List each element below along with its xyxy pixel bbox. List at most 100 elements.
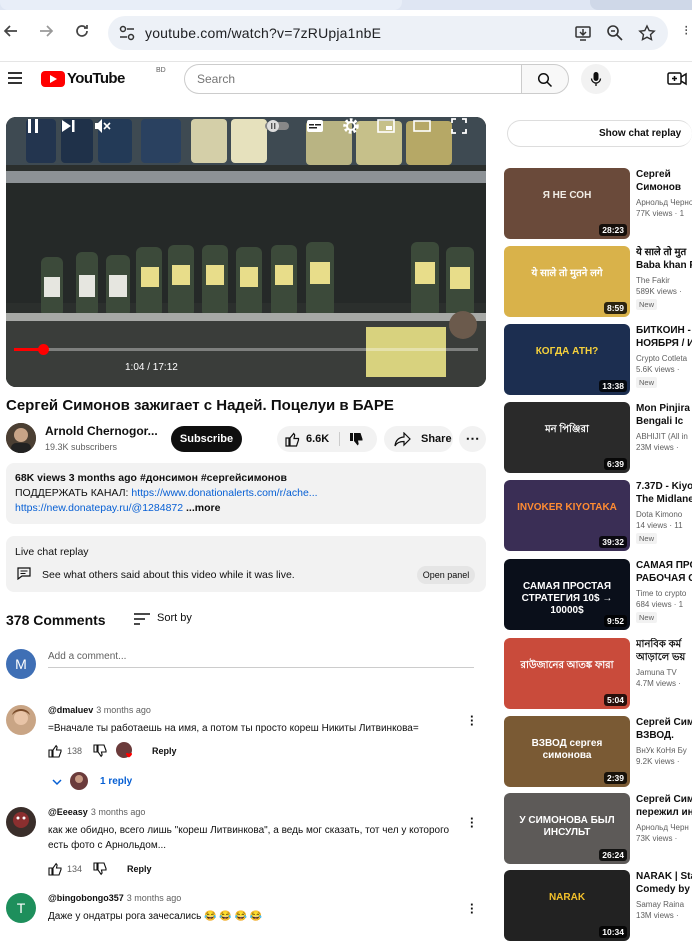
reply-button[interactable]: Reply [127, 864, 152, 874]
fullscreen-icon[interactable] [450, 117, 468, 135]
thumbs-up-icon[interactable] [285, 432, 300, 447]
comment-author[interactable]: @dmaluev [48, 705, 93, 715]
video-thumbnail[interactable]: NARAK 10:34 [504, 870, 630, 941]
video-thumbnail[interactable]: У СИМОНОВА БЫЛ ИНСУЛЬТ 26:24 [504, 793, 630, 864]
recommendation-channel[interactable]: Арнольд Черногор [636, 198, 692, 207]
subtitles-icon[interactable] [306, 117, 324, 135]
recommendation-item[interactable]: У СИМОНОВА БЫЛ ИНСУЛЬТ 26:24 Сергей Сим пе… [504, 793, 692, 865]
forward-button[interactable] [36, 22, 56, 44]
subscribe-button[interactable]: Subscribe [171, 426, 242, 452]
comment-menu-icon[interactable]: · · · [470, 710, 474, 731]
description-box[interactable]: 68K views 3 months ago #донсимон #сергейс… [6, 463, 486, 524]
recommendation-item[interactable]: КОГДА АТН? 13:38 БИТКОИН - НОЯБРЯ / И Crypt… [504, 324, 692, 396]
search-button[interactable] [521, 64, 569, 94]
comment-menu-icon[interactable]: · · · [470, 898, 474, 919]
recommendation-title[interactable]: Сергей Симонов устроил жа [636, 168, 692, 194]
other-tab[interactable] [590, 0, 692, 10]
comment-menu-icon[interactable]: · · · [470, 812, 474, 833]
video-player[interactable]: 1:04 / 17:12 [6, 117, 486, 387]
recommendation-channel[interactable]: Арнольд Черн [636, 823, 689, 832]
share-button[interactable]: Share [384, 426, 453, 452]
user-avatar[interactable]: M [6, 649, 36, 679]
autoplay-toggle-icon[interactable] [264, 117, 290, 135]
hashtags[interactable]: #донсимон #сергейсимонов [140, 472, 287, 484]
progress-bar[interactable] [14, 344, 478, 355]
active-tab[interactable] [0, 0, 402, 10]
channel-avatar[interactable] [6, 423, 36, 453]
video-thumbnail[interactable]: ВЗВОД сергея симонова 2:39 [504, 716, 630, 787]
recommendation-title[interactable]: NARAK | Sta Comedy by S [636, 870, 692, 896]
muted-volume-icon[interactable] [93, 117, 111, 135]
menu-icon[interactable] [8, 72, 22, 84]
thumbs-up-icon[interactable] [48, 862, 62, 876]
show-more-link[interactable]: ...more [186, 502, 220, 514]
recommendation-title[interactable]: Сергей Сим ВЗВОД. [636, 716, 692, 742]
comment-age[interactable]: 3 months ago [91, 807, 146, 817]
video-thumbnail[interactable]: INVOKER KIYOTAKA 39:32 [504, 480, 630, 551]
donationalerts-link[interactable]: https://www.donationalerts.com/r/ache... [131, 487, 317, 499]
like-count[interactable]: 6.6K [306, 433, 329, 445]
address-bar[interactable]: youtube.com/watch?v=7zRUpja1nbE [108, 16, 668, 50]
miniplayer-icon[interactable] [377, 117, 395, 135]
recommendation-channel[interactable]: Samay Raina [636, 900, 684, 909]
create-video-icon[interactable] [667, 70, 687, 88]
recommendation-title[interactable]: Сергей Сим пережил ин [636, 793, 692, 819]
show-chat-replay-button[interactable]: Show chat replay [507, 120, 692, 147]
theater-mode-icon[interactable] [413, 117, 431, 135]
voice-search-button[interactable] [581, 64, 611, 94]
recommendation-title[interactable]: САМАЯ ПРО РАБОЧАЯ С [636, 559, 692, 585]
settings-gear-icon[interactable] [342, 117, 360, 135]
recommendation-item[interactable]: САМАЯ ПРОСТАЯ СТРАТЕГИЯ 10$ → 10000$ 9:52… [504, 559, 692, 631]
thumbs-down-icon[interactable] [349, 432, 364, 447]
install-icon[interactable] [574, 24, 592, 42]
recommendation-channel[interactable]: Crypto Cotleta [636, 354, 687, 363]
commenter-avatar[interactable]: T [6, 893, 36, 923]
scrubber-handle[interactable] [37, 344, 49, 355]
search-input[interactable]: Search [184, 64, 522, 94]
thumbs-up-icon[interactable] [48, 744, 62, 758]
video-thumbnail[interactable]: КОГДА АТН? 13:38 [504, 324, 630, 395]
thumbs-down-icon[interactable] [93, 744, 107, 758]
thumbs-down-icon[interactable] [93, 862, 107, 876]
recommendation-title[interactable]: Mon Pinjira | Bengali Ic [636, 402, 692, 428]
recommendation-title[interactable]: БИТКОИН - НОЯБРЯ / И [636, 324, 692, 350]
zoom-icon[interactable] [606, 24, 624, 42]
channel-name[interactable]: Arnold Chernogor... [45, 424, 158, 438]
extensions-icon[interactable]: ⁝ [684, 22, 688, 39]
recommendation-channel[interactable]: The Fakir [636, 276, 670, 285]
more-actions-button[interactable]: ⋯ [459, 426, 486, 452]
recommendation-title[interactable]: ये साले तो मुत Baba khan R [636, 246, 692, 272]
recommendation-item[interactable]: ये साले तो मुतने लगे 8:59 ये साले तो मुत B… [504, 246, 692, 318]
sort-by-button[interactable]: Sort by [134, 611, 214, 627]
recommendation-item[interactable]: INVOKER KIYOTAKA 39:32 7.37D - Kiyo The Mi… [504, 480, 692, 552]
donatepay-link[interactable]: https://new.donatepay.ru/@1284872 [15, 502, 183, 514]
recommendation-channel[interactable]: ВнУк КоНя Бу [636, 746, 687, 755]
recommendation-item[interactable]: রাউজানের আতঙ্ক ফারা 5:04 মানবিক কর্ম আড়াল… [504, 638, 692, 710]
url-text[interactable]: youtube.com/watch?v=7zRUpja1nbE [145, 25, 381, 41]
recommendation-item[interactable]: NARAK 10:34 NARAK | Sta Comedy by S Samay R… [504, 870, 692, 942]
commenter-avatar[interactable] [6, 807, 36, 837]
recommendation-item[interactable]: Я НЕ СОН 28:23 Сергей Симонов устроил жа Ар… [504, 168, 692, 240]
comment-age[interactable]: 3 months ago [127, 893, 182, 903]
bookmark-star-icon[interactable] [638, 24, 656, 42]
reply-button[interactable]: Reply [152, 746, 177, 756]
comment-author[interactable]: @bingobongo357 [48, 893, 124, 903]
video-thumbnail[interactable]: মন পিঞ্জিরা 6:39 [504, 402, 630, 473]
recommendation-item[interactable]: মন পিঞ্জিরা 6:39 Mon Pinjira | Bengali Ic A… [504, 402, 692, 474]
open-panel-button[interactable]: Open panel [417, 566, 475, 584]
comment-age[interactable]: 3 months ago [96, 705, 151, 715]
refresh-button[interactable] [72, 22, 92, 44]
site-settings-icon[interactable] [118, 24, 136, 42]
back-button[interactable] [1, 22, 21, 44]
recommendation-channel[interactable]: ABHIJIT (All in [636, 432, 688, 441]
recommendation-channel[interactable]: Time to crypto [636, 589, 686, 598]
video-thumbnail[interactable]: ये साले तो मुतने लगे 8:59 [504, 246, 630, 317]
video-thumbnail[interactable]: САМАЯ ПРОСТАЯ СТРАТЕГИЯ 10$ → 10000$ 9:52 [504, 559, 630, 630]
comment-author[interactable]: @Eeeasy [48, 807, 88, 817]
video-thumbnail[interactable]: রাউজানের আতঙ্ক ফারা 5:04 [504, 638, 630, 709]
pause-icon[interactable] [26, 117, 40, 135]
next-video-icon[interactable] [60, 117, 76, 135]
recommendation-channel[interactable]: Jamuna TV [636, 668, 677, 677]
recommendation-item[interactable]: ВЗВОД сергея симонова 2:39 Сергей Сим ВЗВО… [504, 716, 692, 788]
commenter-avatar[interactable] [6, 705, 36, 735]
